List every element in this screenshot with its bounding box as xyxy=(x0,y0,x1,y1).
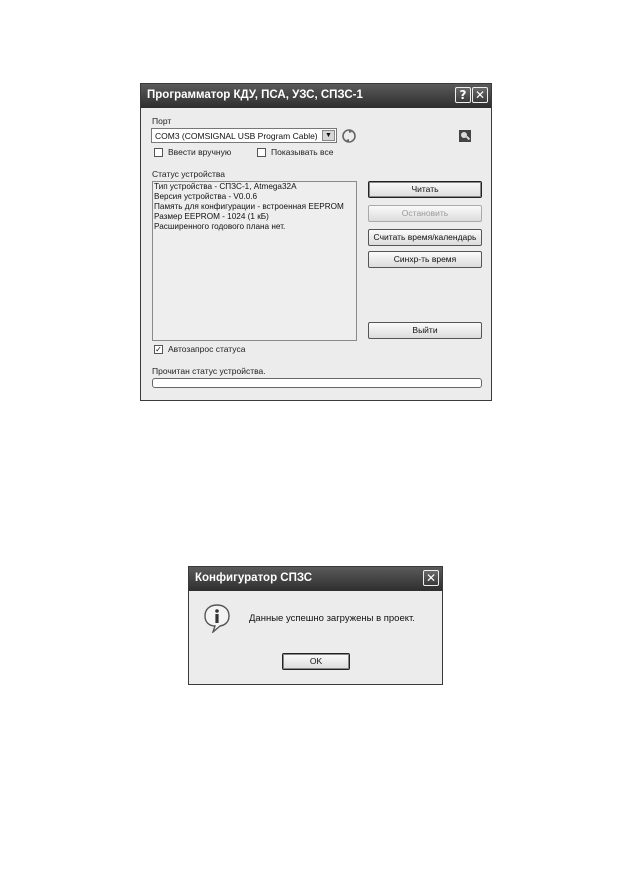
refresh-icon[interactable] xyxy=(341,128,357,144)
configurator-title: Конфигуратор СПЗС xyxy=(195,572,313,584)
status-list[interactable]: Тип устройства - СПЗС-1, Atmega32A Верси… xyxy=(152,181,357,341)
chevron-down-icon[interactable]: ▼ xyxy=(322,130,335,141)
exit-button[interactable]: Выйти xyxy=(368,322,482,339)
port-label: Порт xyxy=(152,116,172,126)
configurator-titlebar: Конфигуратор СПЗС ✕ xyxy=(189,567,442,591)
close-button[interactable]: ✕ xyxy=(423,570,439,586)
configurator-dialog: Конфигуратор СПЗС ✕ Данные успешно загру… xyxy=(188,566,443,685)
device-search-icon[interactable] xyxy=(458,129,472,143)
port-select-value: COM3 (COMSIGNAL USB Program Cable) xyxy=(155,131,318,141)
auto-status-checkbox[interactable]: ✓ xyxy=(154,345,163,354)
close-button[interactable]: ✕ xyxy=(472,87,488,103)
list-item: Память для конфигурации - встроенная EEP… xyxy=(154,202,344,211)
help-button[interactable]: ? xyxy=(455,87,471,103)
programmer-title: Программатор КДУ, ПСА, УЗС, СПЗС-1 xyxy=(147,89,363,101)
show-all-checkbox[interactable] xyxy=(257,148,266,157)
manual-entry-checkbox[interactable] xyxy=(154,148,163,157)
stop-button[interactable]: Остановить xyxy=(368,205,482,222)
show-all-label: Показывать все xyxy=(271,147,334,157)
list-item: Версия устройства - V0.0.6 xyxy=(154,192,258,201)
manual-entry-label: Ввести вручную xyxy=(168,147,232,157)
progress-bar xyxy=(152,378,482,388)
auto-status-label: Автозапрос статуса xyxy=(168,344,246,354)
read-button[interactable]: Читать xyxy=(368,181,482,198)
port-select[interactable]: COM3 (COMSIGNAL USB Program Cable) ▼ xyxy=(151,128,337,143)
list-item: Расширенного годового плана нет. xyxy=(154,222,286,231)
list-item: Размер EEPROM - 1024 (1 кБ) xyxy=(154,212,269,221)
message-text: Данные успешно загружены в проект. xyxy=(249,613,415,624)
status-label: Статус устройства xyxy=(152,169,226,179)
programmer-window: Программатор КДУ, ПСА, УЗС, СПЗС-1 ? ✕ П… xyxy=(140,83,492,401)
info-icon xyxy=(204,604,230,633)
ok-button[interactable]: OK xyxy=(282,653,350,670)
status-message: Прочитан статус устройства. xyxy=(152,366,266,376)
list-item: Тип устройства - СПЗС-1, Atmega32A xyxy=(154,182,297,191)
sync-time-button[interactable]: Синхр-ть время xyxy=(368,251,482,268)
programmer-titlebar: Программатор КДУ, ПСА, УЗС, СПЗС-1 ? ✕ xyxy=(141,84,491,108)
read-time-button[interactable]: Считать время/календарь xyxy=(368,229,482,246)
